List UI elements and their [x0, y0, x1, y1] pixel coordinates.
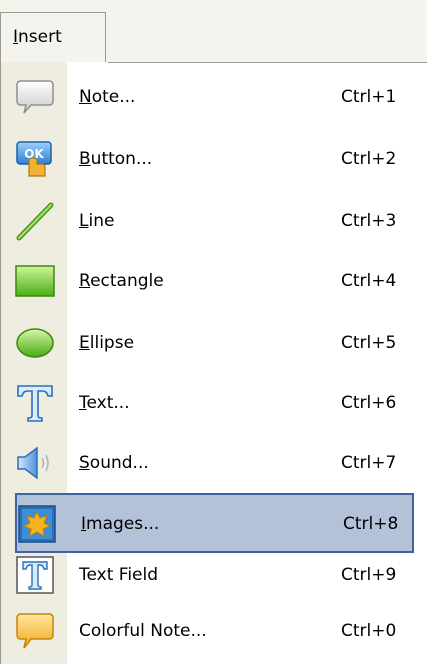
button-mnemonic: B	[79, 149, 91, 169]
menu-item-images-label: Images...	[81, 514, 159, 534]
menu-item-button[interactable]: OK Button... Ctrl+2	[1, 130, 427, 190]
menu-item-rectangle-label: Rectangle	[79, 271, 164, 291]
note-text: ote...	[91, 87, 136, 107]
text-icon	[15, 383, 55, 423]
ellipse-icon	[15, 323, 55, 363]
menu-item-colorful-note[interactable]: Colorful Note... Ctrl+0	[1, 602, 427, 662]
menu-item-button-label: Button...	[79, 149, 152, 169]
note-mnemonic: N	[79, 87, 92, 107]
ellipse-mnemonic: E	[79, 333, 90, 353]
menu-item-line-shortcut: Ctrl+3	[341, 211, 397, 231]
menu-item-text-label: Text...	[79, 393, 130, 413]
insert-menu[interactable]: Insert	[0, 12, 106, 62]
menu-item-sound-shortcut: Ctrl+7	[341, 453, 397, 473]
button-icon: OK	[15, 139, 55, 179]
ellipse-text: llipse	[89, 333, 135, 353]
image-icon	[17, 504, 57, 544]
note-icon	[15, 77, 55, 117]
menu-item-text-field-label: Text Field	[79, 565, 158, 585]
text-field-text: Text Field	[79, 565, 159, 585]
images-text: mages...	[86, 514, 160, 534]
menu-item-sound-label: Sound...	[79, 453, 149, 473]
menu-item-ellipse-label: Ellipse	[79, 333, 134, 353]
line-icon	[15, 201, 55, 241]
menu-item-ellipse[interactable]: Ellipse Ctrl+5	[1, 314, 427, 374]
insert-menu-label: nsert	[18, 27, 62, 47]
menu-item-colorful-note-label: Colorful Note...	[79, 621, 207, 641]
menu-item-line-label: Line	[79, 211, 114, 231]
menu-item-note[interactable]: Note... Ctrl+1	[1, 68, 427, 128]
menu-item-images[interactable]: Images... Ctrl+8	[15, 493, 414, 553]
menu-bar: Insert	[0, 0, 427, 62]
menu-item-line[interactable]: Line Ctrl+3	[1, 192, 427, 252]
button-text: utton...	[90, 149, 153, 169]
menu-item-rectangle[interactable]: Rectangle Ctrl+4	[1, 252, 427, 312]
menu-item-note-label: Note...	[79, 87, 135, 107]
text-text: ext...	[86, 393, 130, 413]
insert-dropdown: Note... Ctrl+1 OK Button... Ctrl+2 Line …	[0, 62, 427, 664]
menu-item-text-field-shortcut: Ctrl+9	[341, 565, 397, 585]
colorful-note-icon	[15, 611, 55, 651]
menu-item-sound[interactable]: Sound... Ctrl+7	[1, 434, 427, 494]
sound-text: ound...	[89, 453, 149, 473]
menu-item-note-shortcut: Ctrl+1	[341, 87, 397, 107]
menu-item-button-shortcut: Ctrl+2	[341, 149, 397, 169]
menu-item-ellipse-shortcut: Ctrl+5	[341, 333, 397, 353]
menu-item-text-field[interactable]: Text Field Ctrl+9	[1, 546, 427, 606]
rectangle-icon	[15, 261, 55, 301]
sound-mnemonic: S	[79, 453, 90, 473]
rectangle-text: ectangle	[90, 271, 164, 291]
text-field-icon	[15, 555, 55, 595]
menu-item-colorful-note-shortcut: Ctrl+0	[341, 621, 397, 641]
rectangle-mnemonic: R	[79, 271, 91, 291]
menu-item-text[interactable]: Text... Ctrl+6	[1, 374, 427, 434]
line-text: ine	[88, 211, 115, 231]
menu-item-text-shortcut: Ctrl+6	[341, 393, 397, 413]
menu-item-rectangle-shortcut: Ctrl+4	[341, 271, 397, 291]
text-mnemonic: T	[79, 393, 87, 413]
sound-icon	[15, 443, 55, 483]
menu-item-images-shortcut: Ctrl+8	[343, 514, 399, 534]
colorful-note-text: Colorful Note...	[79, 621, 207, 641]
